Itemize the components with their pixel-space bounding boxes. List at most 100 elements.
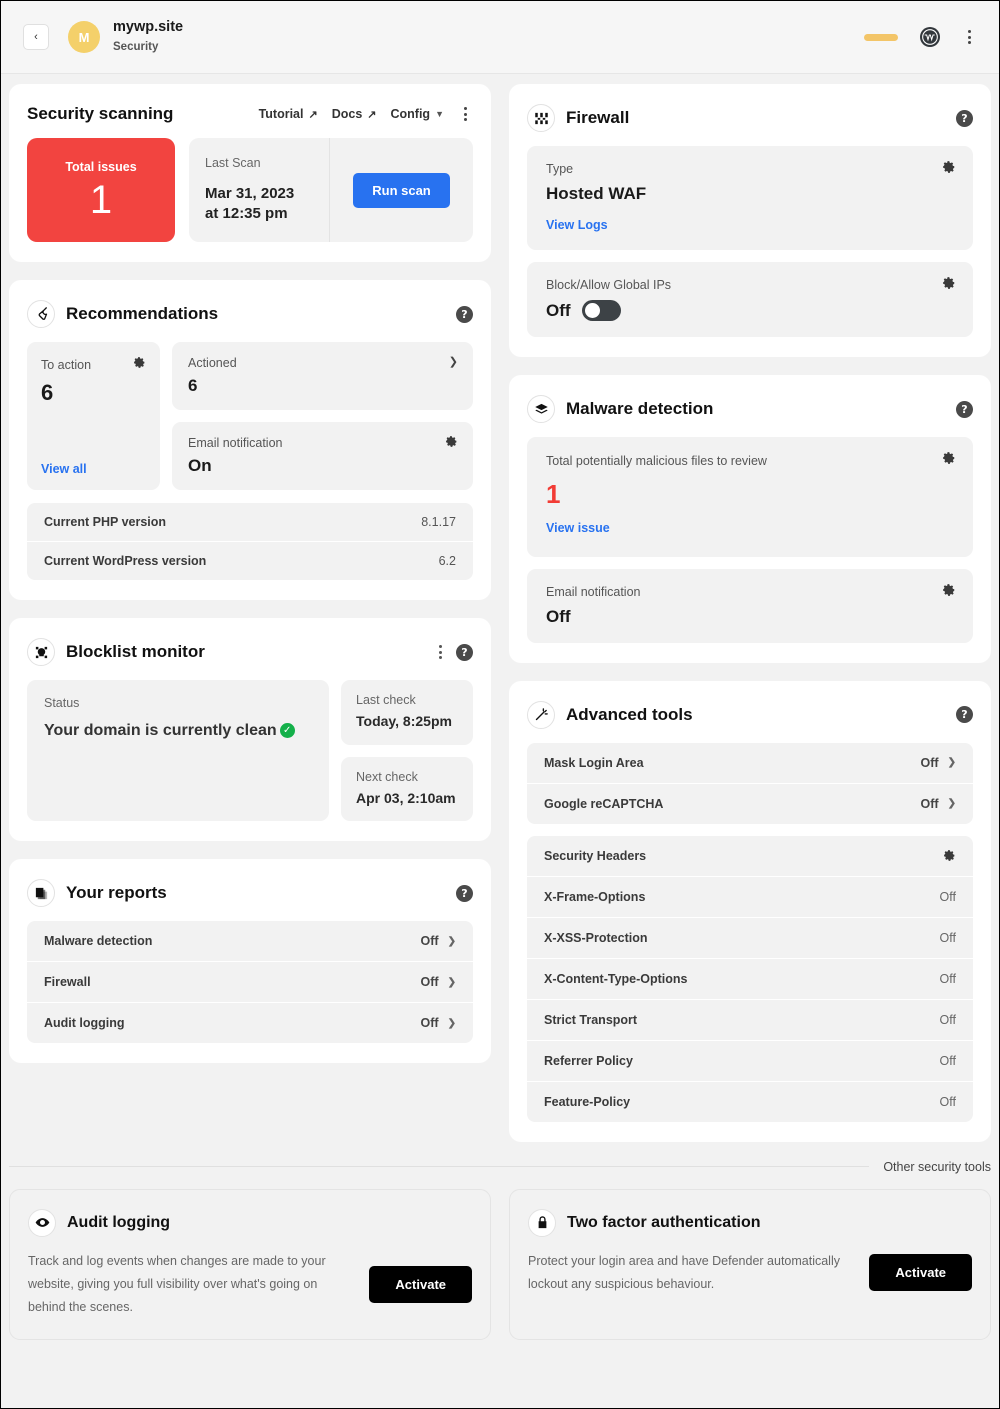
php-version-value: 8.1.17: [421, 515, 456, 529]
run-scan-area: Run scan: [330, 138, 473, 242]
global-ips-toggle[interactable]: [581, 300, 621, 321]
recommendations-tiles: To action 6 View all Actioned 6 ❯ Email …: [27, 342, 473, 490]
table-row: Current WordPress version 6.2: [27, 542, 473, 580]
chevron-right-icon: ❯: [447, 935, 456, 947]
actioned-value: 6: [188, 376, 198, 395]
recaptcha-label: Google reCAPTCHA: [544, 796, 664, 811]
tutorial-link[interactable]: Tutorial ↗︎: [259, 107, 318, 121]
malicious-files-label: Total potentially malicious files to rev…: [546, 454, 767, 468]
last-scan-details: Last Scan Mar 31, 2023 at 12:35 pm: [189, 138, 329, 242]
last-check-label: Last check: [356, 693, 416, 707]
docs-link[interactable]: Docs ↗︎: [332, 107, 377, 121]
wrench-icon: [27, 300, 55, 328]
blocklist-status-text: Your domain is currently clean: [44, 722, 277, 739]
total-issues-box: Total issues 1: [27, 138, 175, 242]
malware-detection-actions: ?: [956, 400, 973, 418]
firewall-card: Firewall ? Type Hosted WAF View Logs Blo…: [509, 84, 991, 357]
chevron-right-icon: ❯: [947, 757, 956, 769]
other-security-tools-label: Other security tools: [883, 1159, 991, 1174]
view-all-link[interactable]: View all: [41, 462, 146, 476]
email-notification-settings-icon[interactable]: [445, 435, 458, 453]
report-label: Audit logging: [44, 1016, 125, 1031]
global-ips-settings-icon[interactable]: [942, 276, 956, 295]
chevron-down-icon: ▼: [435, 109, 444, 119]
security-headers-settings-icon[interactable]: [943, 849, 956, 862]
two-factor-activate-button[interactable]: Activate: [869, 1254, 972, 1292]
external-link-icon: ↗︎: [367, 108, 377, 121]
report-label: Malware detection: [44, 934, 153, 949]
to-action-tile: To action 6 View all: [27, 342, 160, 490]
left-column: Security scanning Tutorial ↗︎ Docs ↗︎ Co…: [9, 84, 491, 1142]
list-item[interactable]: Mask Login Area Off ❯: [527, 742, 973, 784]
global-ips-label: Block/Allow Global IPs: [546, 278, 672, 292]
last-scan-panel: Last Scan Mar 31, 2023 at 12:35 pm Run s…: [189, 138, 473, 242]
audit-logging-body: Track and log events when changes are ma…: [28, 1250, 472, 1319]
blocklist-checks: Last check Today, 8:25pm Next check Apr …: [341, 680, 473, 822]
blocklist-overflow-icon[interactable]: [439, 645, 442, 659]
security-scanning-header: Security scanning Tutorial ↗︎ Docs ↗︎ Co…: [27, 104, 473, 124]
run-scan-button[interactable]: Run scan: [353, 172, 450, 208]
x-frame-options-value: Off: [939, 889, 956, 904]
malware-detection-header: Malware detection ?: [527, 395, 973, 423]
firewall-actions: ?: [956, 109, 973, 127]
back-button[interactable]: ‹: [23, 24, 49, 50]
view-logs-link[interactable]: View Logs: [546, 218, 608, 232]
malware-email-tile: Email notification Off: [527, 568, 973, 643]
overflow-menu-icon[interactable]: [962, 28, 977, 46]
strict-transport-value: Off: [939, 1012, 956, 1027]
email-notification-value: On: [188, 456, 212, 475]
security-scanning-actions: Tutorial ↗︎ Docs ↗︎ Config ▼: [259, 105, 473, 123]
eye-icon: [28, 1208, 56, 1237]
help-icon[interactable]: ?: [956, 400, 973, 418]
top-bar: ‹ M mywp.site Security: [1, 1, 999, 74]
audit-logging-header: Audit logging: [28, 1208, 472, 1237]
help-icon[interactable]: ?: [456, 884, 473, 902]
recommendations-right-tiles: Actioned 6 ❯ Email notification On: [172, 342, 473, 490]
to-action-settings-icon[interactable]: [133, 356, 146, 374]
view-issue-link[interactable]: View issue: [546, 521, 610, 535]
blocklist-monitor-actions: ?: [439, 643, 473, 661]
actioned-tile[interactable]: Actioned 6 ❯: [172, 342, 473, 410]
wordpress-version-label: Current WordPress version: [44, 554, 207, 568]
two-factor-promo-card: Two factor authentication Protect your l…: [509, 1188, 991, 1341]
help-icon[interactable]: ?: [956, 706, 973, 724]
blocklist-status-tile: Status Your domain is currently clean ✓: [27, 680, 329, 822]
list-item[interactable]: Malware detection Off ❯: [27, 921, 473, 963]
layers-icon: [527, 395, 555, 423]
chevron-right-icon: ❯: [447, 1017, 456, 1029]
security-scanning-card: Security scanning Tutorial ↗︎ Docs ↗︎ Co…: [9, 84, 491, 262]
help-icon[interactable]: ?: [456, 305, 473, 323]
to-action-label: To action: [41, 358, 92, 372]
list-item[interactable]: Google reCAPTCHA Off ❯: [527, 783, 973, 824]
x-xss-protection-label: X-XSS-Protection: [544, 930, 648, 945]
firewall-header: Firewall ?: [527, 104, 973, 132]
malicious-files-count: 1: [546, 478, 561, 509]
last-scan-label: Last Scan: [205, 156, 261, 170]
help-icon[interactable]: ?: [956, 109, 973, 127]
status-bar-indicator: [864, 33, 898, 41]
chevron-right-icon: ❯: [947, 798, 956, 810]
your-reports-actions: ?: [456, 884, 473, 902]
config-dropdown[interactable]: Config ▼: [391, 107, 445, 121]
two-factor-description: Protect your login area and have Defende…: [528, 1253, 840, 1291]
security-headers-row: Security Headers: [527, 835, 973, 877]
malware-email-label: Email notification: [546, 584, 641, 599]
two-factor-header: Two factor authentication: [528, 1208, 972, 1237]
malware-email-settings-icon[interactable]: [942, 583, 956, 602]
firewall-type-settings-icon[interactable]: [942, 160, 956, 179]
divider: [9, 1166, 870, 1168]
reports-pages-icon: [27, 879, 55, 908]
security-scanning-overflow-icon[interactable]: [458, 105, 473, 123]
list-item[interactable]: Audit logging Off ❯: [27, 1003, 473, 1044]
last-check-value: Today, 8:25pm: [356, 713, 452, 729]
chevron-right-icon[interactable]: ❯: [449, 355, 458, 368]
malicious-files-settings-icon[interactable]: [942, 451, 956, 470]
wordpress-icon[interactable]: [920, 27, 940, 47]
blocklist-monitor-title: Blocklist monitor: [66, 642, 205, 661]
audit-logging-activate-button[interactable]: Activate: [369, 1265, 472, 1303]
help-icon[interactable]: ?: [456, 643, 473, 661]
reports-list: Malware detection Off ❯ Firewall Off ❯ A…: [27, 921, 473, 1044]
site-meta: mywp.site Security: [113, 18, 183, 55]
list-item[interactable]: Firewall Off ❯: [27, 962, 473, 1004]
strict-transport-label: Strict Transport: [544, 1012, 638, 1027]
